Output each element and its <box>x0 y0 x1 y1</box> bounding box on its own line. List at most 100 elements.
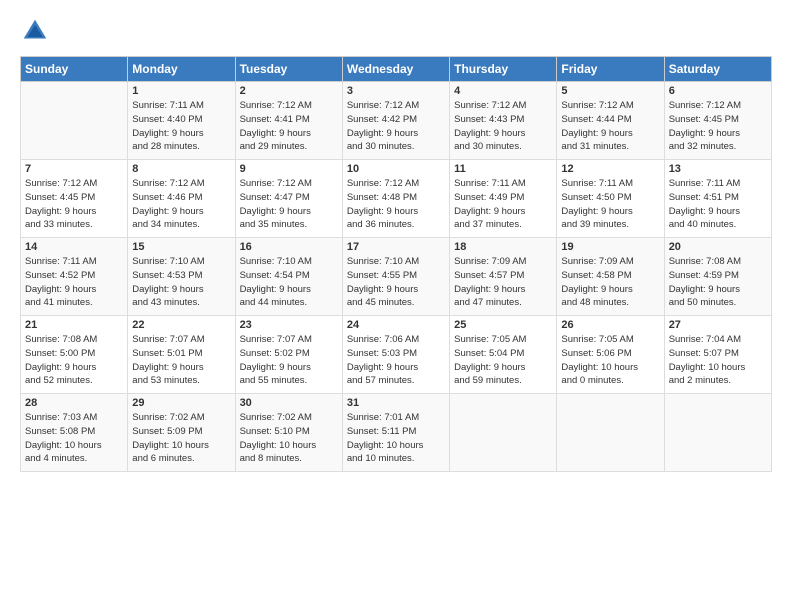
day-number: 23 <box>240 319 338 331</box>
day-info: Sunrise: 7:10 AMSunset: 4:55 PMDaylight:… <box>347 255 445 310</box>
week-row-2: 7 Sunrise: 7:12 AMSunset: 4:45 PMDaylight… <box>21 160 772 238</box>
day-info: Sunrise: 7:09 AMSunset: 4:57 PMDaylight:… <box>454 255 552 310</box>
day-number: 20 <box>669 241 767 253</box>
day-number: 31 <box>347 397 445 409</box>
day-number: 9 <box>240 163 338 175</box>
day-cell <box>664 394 771 472</box>
day-info: Sunrise: 7:10 AMSunset: 4:53 PMDaylight:… <box>132 255 230 310</box>
week-row-5: 28 Sunrise: 7:03 AMSunset: 5:08 PMDayligh… <box>21 394 772 472</box>
day-info: Sunrise: 7:10 AMSunset: 4:54 PMDaylight:… <box>240 255 338 310</box>
day-cell: 11 Sunrise: 7:11 AMSunset: 4:49 PMDayligh… <box>450 160 557 238</box>
day-number: 4 <box>454 85 552 97</box>
day-number: 1 <box>132 85 230 97</box>
day-cell: 9 Sunrise: 7:12 AMSunset: 4:47 PMDaylight… <box>235 160 342 238</box>
day-cell: 26Sunrise: 7:05 AMSunset: 5:06 PMDayligh… <box>557 316 664 394</box>
day-cell: 6 Sunrise: 7:12 AMSunset: 4:45 PMDaylight… <box>664 82 771 160</box>
day-info: Sunrise: 7:12 AMSunset: 4:45 PMDaylight:… <box>25 177 123 232</box>
weekday-header-sunday: Sunday <box>21 57 128 82</box>
week-row-4: 21 Sunrise: 7:08 AMSunset: 5:00 PMDayligh… <box>21 316 772 394</box>
day-number: 7 <box>25 163 123 175</box>
day-info: Sunrise: 7:12 AMSunset: 4:43 PMDaylight:… <box>454 99 552 154</box>
day-number: 6 <box>669 85 767 97</box>
day-number: 30 <box>240 397 338 409</box>
day-info: Sunrise: 7:01 AMSunset: 5:11 PMDaylight:… <box>347 411 445 466</box>
day-number: 3 <box>347 85 445 97</box>
day-cell: 28 Sunrise: 7:03 AMSunset: 5:08 PMDayligh… <box>21 394 128 472</box>
day-info: Sunrise: 7:11 AMSunset: 4:50 PMDaylight:… <box>561 177 659 232</box>
day-cell: 29 Sunrise: 7:02 AMSunset: 5:09 PMDayligh… <box>128 394 235 472</box>
day-cell <box>557 394 664 472</box>
day-number: 27 <box>669 319 767 331</box>
day-number: 15 <box>132 241 230 253</box>
day-cell: 3 Sunrise: 7:12 AMSunset: 4:42 PMDaylight… <box>342 82 449 160</box>
day-cell <box>21 82 128 160</box>
day-info: Sunrise: 7:12 AMSunset: 4:42 PMDaylight:… <box>347 99 445 154</box>
day-info: Sunrise: 7:12 AMSunset: 4:41 PMDaylight:… <box>240 99 338 154</box>
day-info: Sunrise: 7:02 AMSunset: 5:09 PMDaylight:… <box>132 411 230 466</box>
day-number: 10 <box>347 163 445 175</box>
day-info: Sunrise: 7:02 AMSunset: 5:10 PMDaylight:… <box>240 411 338 466</box>
weekday-header-tuesday: Tuesday <box>235 57 342 82</box>
day-cell: 4 Sunrise: 7:12 AMSunset: 4:43 PMDaylight… <box>450 82 557 160</box>
day-cell: 17Sunrise: 7:10 AMSunset: 4:55 PMDayligh… <box>342 238 449 316</box>
day-cell <box>450 394 557 472</box>
day-info: Sunrise: 7:04 AMSunset: 5:07 PMDaylight:… <box>669 333 767 388</box>
day-info: Sunrise: 7:11 AMSunset: 4:49 PMDaylight:… <box>454 177 552 232</box>
day-cell: 7 Sunrise: 7:12 AMSunset: 4:45 PMDaylight… <box>21 160 128 238</box>
weekday-header-wednesday: Wednesday <box>342 57 449 82</box>
day-info: Sunrise: 7:08 AMSunset: 4:59 PMDaylight:… <box>669 255 767 310</box>
day-number: 14 <box>25 241 123 253</box>
day-cell: 18 Sunrise: 7:09 AMSunset: 4:57 PMDayligh… <box>450 238 557 316</box>
day-number: 18 <box>454 241 552 253</box>
day-info: Sunrise: 7:07 AMSunset: 5:01 PMDaylight:… <box>132 333 230 388</box>
day-cell: 16 Sunrise: 7:10 AMSunset: 4:54 PMDayligh… <box>235 238 342 316</box>
day-number: 22 <box>132 319 230 331</box>
day-info: Sunrise: 7:06 AMSunset: 5:03 PMDaylight:… <box>347 333 445 388</box>
weekday-header-monday: Monday <box>128 57 235 82</box>
day-cell: 1 Sunrise: 7:11 AMSunset: 4:40 PMDaylight… <box>128 82 235 160</box>
day-cell: 27 Sunrise: 7:04 AMSunset: 5:07 PMDayligh… <box>664 316 771 394</box>
day-number: 11 <box>454 163 552 175</box>
day-cell: 31 Sunrise: 7:01 AMSunset: 5:11 PMDayligh… <box>342 394 449 472</box>
day-cell: 2Sunrise: 7:12 AMSunset: 4:41 PMDaylight… <box>235 82 342 160</box>
day-info: Sunrise: 7:12 AMSunset: 4:47 PMDaylight:… <box>240 177 338 232</box>
day-info: Sunrise: 7:12 AMSunset: 4:46 PMDaylight:… <box>132 177 230 232</box>
day-cell: 20 Sunrise: 7:08 AMSunset: 4:59 PMDayligh… <box>664 238 771 316</box>
day-info: Sunrise: 7:09 AMSunset: 4:58 PMDaylight:… <box>561 255 659 310</box>
day-cell: 22 Sunrise: 7:07 AMSunset: 5:01 PMDayligh… <box>128 316 235 394</box>
day-number: 28 <box>25 397 123 409</box>
day-number: 19 <box>561 241 659 253</box>
day-cell: 30 Sunrise: 7:02 AMSunset: 5:10 PMDayligh… <box>235 394 342 472</box>
logo-icon <box>20 16 50 46</box>
day-number: 21 <box>25 319 123 331</box>
day-info: Sunrise: 7:08 AMSunset: 5:00 PMDaylight:… <box>25 333 123 388</box>
day-cell: 24 Sunrise: 7:06 AMSunset: 5:03 PMDayligh… <box>342 316 449 394</box>
day-number: 13 <box>669 163 767 175</box>
day-number: 16 <box>240 241 338 253</box>
day-info: Sunrise: 7:11 AMSunset: 4:40 PMDaylight:… <box>132 99 230 154</box>
day-info: Sunrise: 7:11 AMSunset: 4:52 PMDaylight:… <box>25 255 123 310</box>
day-number: 12 <box>561 163 659 175</box>
day-number: 29 <box>132 397 230 409</box>
day-cell: 8 Sunrise: 7:12 AMSunset: 4:46 PMDaylight… <box>128 160 235 238</box>
day-number: 8 <box>132 163 230 175</box>
day-cell: 23Sunrise: 7:07 AMSunset: 5:02 PMDayligh… <box>235 316 342 394</box>
day-info: Sunrise: 7:12 AMSunset: 4:45 PMDaylight:… <box>669 99 767 154</box>
day-cell: 5 Sunrise: 7:12 AMSunset: 4:44 PMDaylight… <box>557 82 664 160</box>
day-cell: 15 Sunrise: 7:10 AMSunset: 4:53 PMDayligh… <box>128 238 235 316</box>
day-number: 25 <box>454 319 552 331</box>
day-number: 5 <box>561 85 659 97</box>
day-cell: 10Sunrise: 7:12 AMSunset: 4:48 PMDayligh… <box>342 160 449 238</box>
calendar-table: SundayMondayTuesdayWednesdayThursdayFrid… <box>20 56 772 472</box>
weekday-header-saturday: Saturday <box>664 57 771 82</box>
day-info: Sunrise: 7:12 AMSunset: 4:44 PMDaylight:… <box>561 99 659 154</box>
day-number: 24 <box>347 319 445 331</box>
weekday-header-friday: Friday <box>557 57 664 82</box>
day-info: Sunrise: 7:03 AMSunset: 5:08 PMDaylight:… <box>25 411 123 466</box>
header <box>20 16 772 46</box>
day-info: Sunrise: 7:05 AMSunset: 5:06 PMDaylight:… <box>561 333 659 388</box>
week-row-3: 14 Sunrise: 7:11 AMSunset: 4:52 PMDayligh… <box>21 238 772 316</box>
day-info: Sunrise: 7:11 AMSunset: 4:51 PMDaylight:… <box>669 177 767 232</box>
page-container: SundayMondayTuesdayWednesdayThursdayFrid… <box>0 0 792 482</box>
weekday-row: SundayMondayTuesdayWednesdayThursdayFrid… <box>21 57 772 82</box>
